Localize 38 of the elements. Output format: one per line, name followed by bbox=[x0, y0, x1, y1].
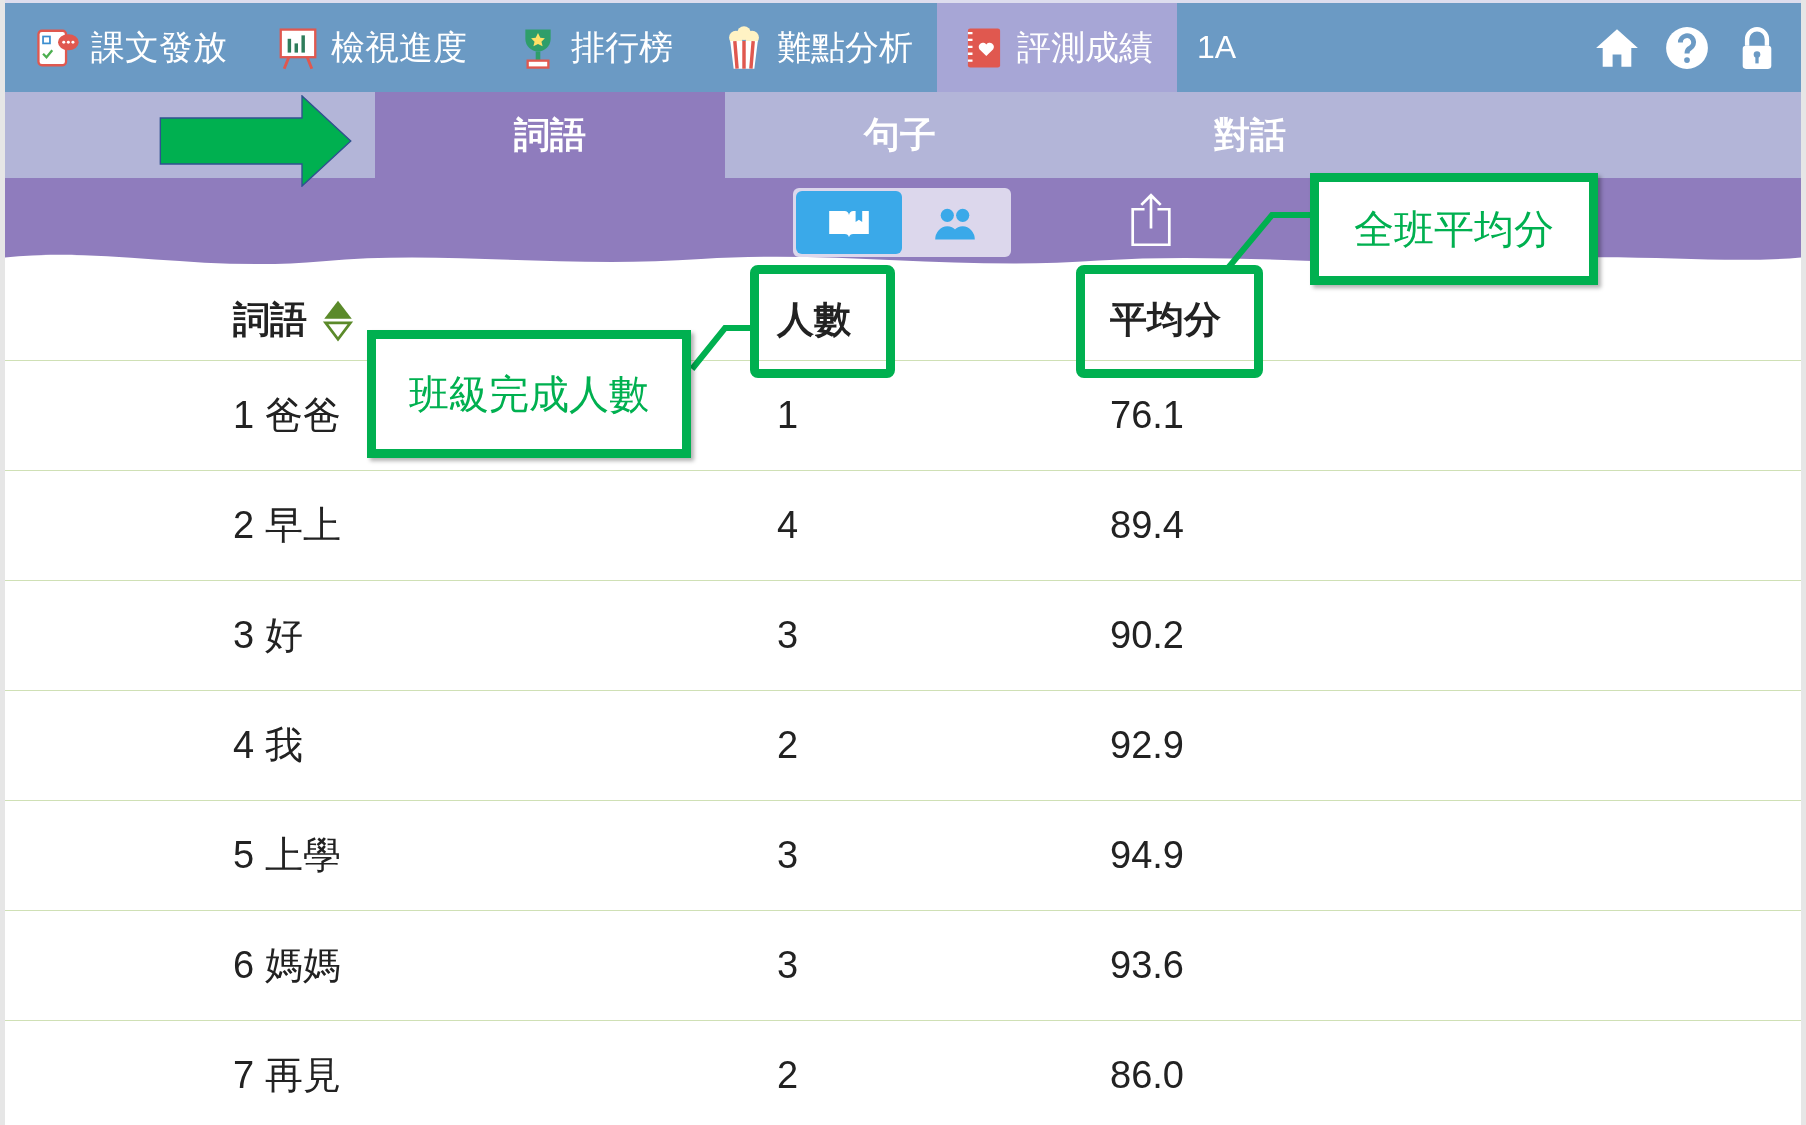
count-cell: 4 bbox=[777, 504, 799, 547]
nav-tab[interactable]: 排行榜 bbox=[491, 3, 697, 92]
average-cell: 92.9 bbox=[1110, 724, 1184, 767]
column-header[interactable]: 詞語 bbox=[233, 295, 307, 345]
column-header: 平均分 bbox=[1110, 298, 1221, 342]
sub-tab[interactable]: 詞語 bbox=[375, 92, 725, 178]
average-cell: 93.6 bbox=[1110, 944, 1184, 987]
callout-label: 班級完成人數 bbox=[367, 330, 691, 458]
sort-icon[interactable] bbox=[321, 298, 355, 342]
class-label: 1A bbox=[1197, 29, 1237, 66]
count-cell: 3 bbox=[777, 614, 799, 657]
word-cell-text: 6 媽媽 bbox=[233, 943, 341, 988]
word-cell-text: 3 好 bbox=[233, 613, 303, 658]
count-cell: 3 bbox=[777, 944, 799, 987]
nav-tab[interactable]: 課文發放 bbox=[11, 3, 251, 92]
sub-tab[interactable]: 句子 bbox=[725, 92, 1075, 178]
average-cell: 76.1 bbox=[1110, 394, 1184, 437]
count-cell: 1 bbox=[777, 394, 799, 437]
word-cell-text: 4 我 bbox=[233, 723, 303, 768]
average-cell: 89.4 bbox=[1110, 504, 1184, 547]
nav-tab[interactable]: 檢視進度 bbox=[251, 3, 491, 92]
view-toggle-button[interactable] bbox=[796, 191, 902, 254]
nav-tab[interactable]: 評測成績 bbox=[937, 3, 1177, 92]
word-cell-text: 1 爸爸 bbox=[233, 393, 341, 438]
count-cell: 2 bbox=[777, 1054, 799, 1097]
callout-label: 全班平均分 bbox=[1310, 173, 1598, 285]
average-cell: 86.0 bbox=[1110, 1054, 1184, 1097]
share-icon[interactable] bbox=[1129, 192, 1173, 248]
count-cell: 2 bbox=[777, 724, 799, 767]
average-cell: 90.2 bbox=[1110, 614, 1184, 657]
word-cell-text: 5 上學 bbox=[233, 833, 341, 878]
count-cell: 3 bbox=[777, 834, 799, 877]
average-cell: 94.9 bbox=[1110, 834, 1184, 877]
word-cell-text: 2 早上 bbox=[233, 503, 341, 548]
nav-tab[interactable]: 難點分析 bbox=[697, 3, 937, 92]
help-icon[interactable] bbox=[1665, 25, 1709, 70]
column-header: 人數 bbox=[777, 298, 851, 342]
word-cell-text: 7 再見 bbox=[233, 1053, 341, 1098]
